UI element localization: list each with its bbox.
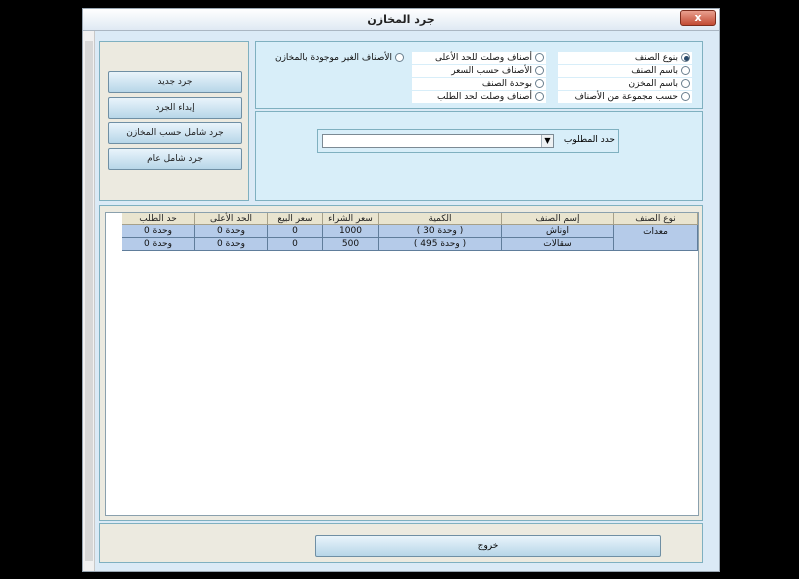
header-purchase-price[interactable]: سعر الشراء (323, 213, 379, 225)
option-label: بوحدة الصنف (481, 79, 532, 89)
header-quantity[interactable]: الكمية (379, 213, 502, 225)
grid-panel: نوع الصنف إسم الصنف الكمية سعر الشراء سع… (99, 205, 703, 521)
radio-by-price[interactable] (535, 66, 544, 75)
radio-max-limit[interactable] (535, 53, 544, 62)
radio-by-name[interactable] (681, 66, 690, 75)
exit-button[interactable]: خروج (315, 535, 661, 557)
header-name[interactable]: إسم الصنف (502, 213, 614, 225)
new-inventory-button[interactable]: جرد جديد (108, 71, 242, 93)
option-not-in-stores[interactable]: الأصناف الغير موجودة بالمخازن (266, 52, 406, 64)
start-inventory-button[interactable]: إبداء الجرد (108, 97, 242, 119)
cell-reorder-limit: 0 وحدة (122, 238, 195, 251)
cell-name: سقالات (502, 238, 614, 251)
group-cell[interactable]: معدات (614, 225, 698, 251)
cell-quantity: ( 495 وحدة ) (379, 238, 502, 251)
selector-label: حدد المطلوب (563, 135, 615, 145)
table-row[interactable]: سقالات ( 495 وحدة ) 500 0 0 وحدة 0 وحدة (122, 238, 614, 251)
radio-reorder-limit[interactable] (535, 92, 544, 101)
selector-value (323, 135, 541, 147)
option-label: حسب مجموعة من الأصناف (574, 92, 678, 102)
results-grid[interactable]: نوع الصنف إسم الصنف الكمية سعر الشراء سع… (105, 212, 699, 516)
filter-options-panel: بنوع الصنف باسم الصنف باسم المخزن حسب مج… (255, 41, 703, 109)
grid-header-row: نوع الصنف إسم الصنف الكمية سعر الشراء سع… (122, 213, 698, 225)
close-button[interactable]: x (680, 10, 716, 26)
option-by-name[interactable]: باسم الصنف (558, 65, 692, 77)
radio-by-type[interactable] (681, 53, 690, 62)
header-max-limit[interactable]: الحد الأعلى (195, 213, 268, 225)
option-label: الأصناف حسب السعر (451, 66, 532, 76)
option-label: أصناف وصلت لحد الطلب (436, 92, 532, 102)
option-by-price[interactable]: الأصناف حسب السعر (412, 65, 546, 77)
cell-sale-price: 0 (268, 225, 323, 238)
cell-purchase-price: 500 (323, 238, 379, 251)
radio-not-in-stores[interactable] (395, 53, 404, 62)
header-type[interactable]: نوع الصنف (614, 213, 698, 225)
option-by-store[interactable]: باسم المخزن (558, 78, 692, 90)
cell-purchase-price: 1000 (323, 225, 379, 238)
cell-quantity: ( 30 وحدة ) (379, 225, 502, 238)
title-bar: جرد المخازن x (83, 9, 719, 31)
chevron-down-icon[interactable]: ▼ (541, 135, 553, 147)
option-label: أصناف وصلت للحد الأعلى (434, 53, 532, 63)
general-inventory-button[interactable]: جرد شامل عام (108, 148, 242, 170)
scroll-thumb[interactable] (85, 41, 93, 561)
option-by-type[interactable]: بنوع الصنف (558, 52, 692, 64)
window-title: جرد المخازن (367, 13, 435, 26)
cell-max-limit: 0 وحدة (195, 238, 268, 251)
left-scrollbar[interactable] (83, 31, 95, 571)
table-row[interactable]: اوناش ( 30 وحدة ) 1000 0 0 وحدة 0 وحدة (122, 225, 614, 238)
radio-by-group[interactable] (681, 92, 690, 101)
inventory-by-store-button[interactable]: جرد شامل حسب المخازن (108, 122, 242, 144)
header-sale-price[interactable]: سعر البيع (268, 213, 323, 225)
option-by-group[interactable]: حسب مجموعة من الأصناف (558, 91, 692, 103)
option-reorder-limit[interactable]: أصناف وصلت لحد الطلب (412, 91, 546, 103)
radio-by-unit[interactable] (535, 79, 544, 88)
cell-reorder-limit: 0 وحدة (122, 225, 195, 238)
cell-sale-price: 0 (268, 238, 323, 251)
option-label: بنوع الصنف (634, 53, 678, 63)
cell-name: اوناش (502, 225, 614, 238)
cell-max-limit: 0 وحدة (195, 225, 268, 238)
selector-panel: حدد المطلوب ▼ (255, 111, 703, 201)
selector-combo[interactable]: ▼ (322, 134, 554, 148)
option-by-unit[interactable]: بوحدة الصنف (412, 78, 546, 90)
option-label: الأصناف الغير موجودة بالمخازن (274, 53, 392, 63)
header-reorder-limit[interactable]: حد الطلب (122, 213, 195, 225)
radio-by-store[interactable] (681, 79, 690, 88)
option-label: باسم الصنف (631, 66, 678, 76)
option-max-limit[interactable]: أصناف وصلت للحد الأعلى (412, 52, 546, 64)
option-label: باسم المخزن (628, 79, 678, 89)
actions-panel: جرد جديد إبداء الجرد جرد شامل حسب المخاز… (99, 41, 249, 201)
inventory-window: جرد المخازن x جرد جديد إبداء الجرد جرد ش… (82, 8, 720, 572)
